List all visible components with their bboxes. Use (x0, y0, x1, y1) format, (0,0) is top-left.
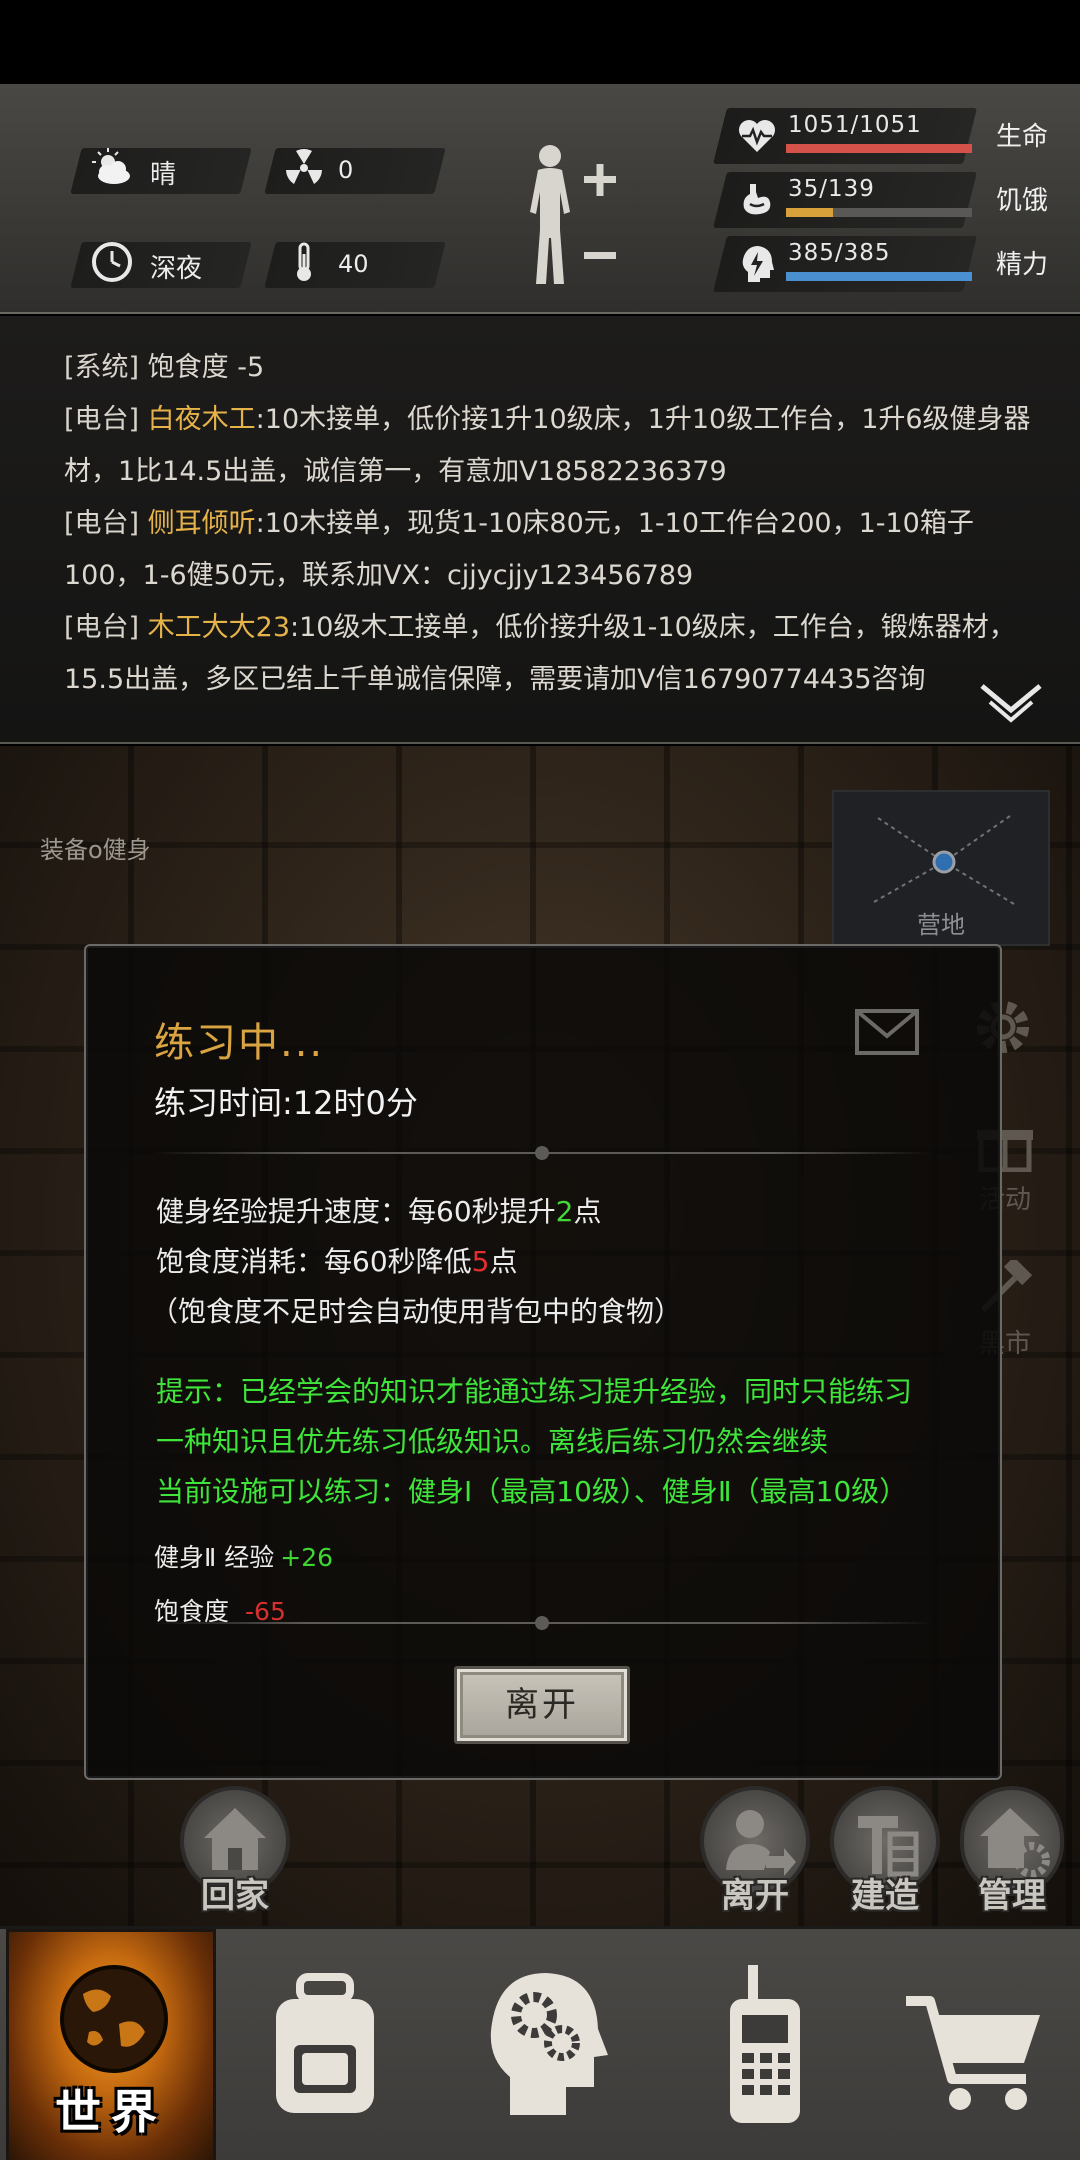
tip-line-2: 一种知识且优先练习低级知识。离线后练习仍然会继续 (156, 1425, 829, 1458)
hunger-note: （饱食度不足时会自动使用背包中的食物） (150, 1295, 683, 1328)
energy-head-icon (742, 246, 774, 282)
heart-pulse-icon (739, 120, 775, 152)
location-tag: 装备o健身 (40, 836, 151, 864)
time-of-day-text: 深夜 (150, 254, 203, 284)
exp-gain: 健身Ⅱ 经验 +26 (154, 1543, 334, 1572)
hunger-stat: 35/139 饥饿 (713, 172, 1050, 228)
nav-shop-tab[interactable] (870, 1929, 1080, 2160)
tip-line-3: 当前设施可以练习：健身Ⅰ（最高10级）、健身Ⅱ（最高10级） (156, 1475, 908, 1508)
log-sender[interactable]: 侧耳倾听 (139, 508, 256, 539)
training-time: 练习时间:12时0分 (154, 1084, 418, 1122)
nav-backpack-tab[interactable] (220, 1929, 430, 2160)
backpack-icon (276, 1973, 374, 2113)
message-log[interactable]: [系统] 饱食度 -5 [电台] 白夜木工:10木接单，低价接1升10级床，1升… (0, 316, 1080, 744)
energy-bar (786, 272, 972, 281)
nav-radio-tab[interactable] (660, 1929, 870, 2160)
health-stat: 1051/1051 生命 (713, 108, 1050, 164)
energy-bar-fill (786, 272, 972, 281)
sun-cloud-icon (92, 148, 130, 184)
clock-icon (92, 242, 132, 282)
weather-text: 晴 (150, 160, 177, 190)
minimap[interactable]: 营地 (832, 790, 1050, 946)
dialog-title: 练习中... (154, 1020, 325, 1066)
status-bar (0, 0, 1080, 84)
leave-training-button[interactable]: 离开 (454, 1666, 630, 1744)
globe-icon (60, 1965, 168, 2073)
log-entry: [电台] 白夜木工:10木接单，低价接1升10级床，1升10级工作台，1升6级健… (64, 404, 1031, 487)
stomach-icon (743, 184, 771, 215)
log-entry: [系统] 饱食度 -5 (64, 352, 265, 383)
hunger-rate-text: 饱食度消耗：每60秒降低5点 (156, 1245, 518, 1278)
hunger-bar (786, 208, 972, 217)
training-dialog: 练习中... 练习时间:12时0分 健身经验提升速度：每60秒提升2点 饱食度消… (84, 944, 1002, 1780)
log-sender[interactable]: 白夜木工 (139, 404, 256, 435)
tip-line-1: 提示：已经学会的知识才能通过练习提升经验，同时只能练习 (156, 1375, 913, 1408)
minimap-label: 营地 (917, 911, 965, 939)
radiation-icon (286, 149, 322, 184)
log-entry: [电台] 木工大大23:10级木工接单，低价接升级1-10级床，工作台，锻炼器材… (64, 612, 1016, 695)
log-sender[interactable]: 木工大大23 (139, 612, 290, 643)
leave-action-label: 离开 (721, 1876, 789, 1916)
health-bar (786, 144, 972, 153)
exp-speed-text: 健身经验提升速度：每60秒提升2点 (156, 1195, 602, 1228)
minimap-graph-icon (873, 815, 1015, 905)
bottom-nav: 世界 (0, 1926, 1080, 2160)
health-label: 生命 (996, 122, 1049, 152)
divider-ornament-icon (535, 1616, 549, 1630)
hunger-bar-fill (786, 208, 833, 217)
go-home-label: 回家 (201, 1876, 269, 1916)
radio-icon (730, 1965, 800, 2123)
divider-ornament-icon (535, 1146, 549, 1160)
temperature-value: 40 (338, 250, 369, 278)
divider (152, 1616, 932, 1630)
divider (152, 1146, 932, 1160)
energy-stat: 385/385 精力 (713, 236, 1050, 292)
health-value: 1051/1051 (788, 112, 922, 138)
nav-world-label: 世界 (55, 2085, 167, 2139)
body-status-button[interactable] (520, 142, 624, 292)
nav-world-tab[interactable]: 世界 (6, 1929, 216, 2160)
health-bar-fill (786, 144, 972, 153)
log-entry: [电台] 侧耳倾听:10木接单，现货1-10床80元，1-10工作台200，1-… (64, 508, 974, 591)
expand-log-chevron-icon[interactable] (976, 680, 1046, 724)
hunger-label: 饥饿 (996, 186, 1049, 216)
mail-icon[interactable] (854, 1008, 920, 1056)
build-label: 建造 (851, 1876, 919, 1916)
energy-value: 385/385 (788, 240, 891, 266)
stats-panel: 晴 0 深夜 40 1051/1051 生命 35/139 饥饿 385/385… (0, 84, 1080, 314)
skills-head-icon (490, 1973, 608, 2115)
energy-label: 精力 (996, 250, 1049, 280)
manage-label: 管理 (978, 1876, 1046, 1916)
nav-skills-tab[interactable] (440, 1929, 650, 2160)
hunger-value: 35/139 (788, 176, 875, 202)
radiation-value: 0 (338, 156, 354, 184)
thermometer-icon (297, 242, 311, 281)
cart-icon (906, 1996, 1040, 2110)
